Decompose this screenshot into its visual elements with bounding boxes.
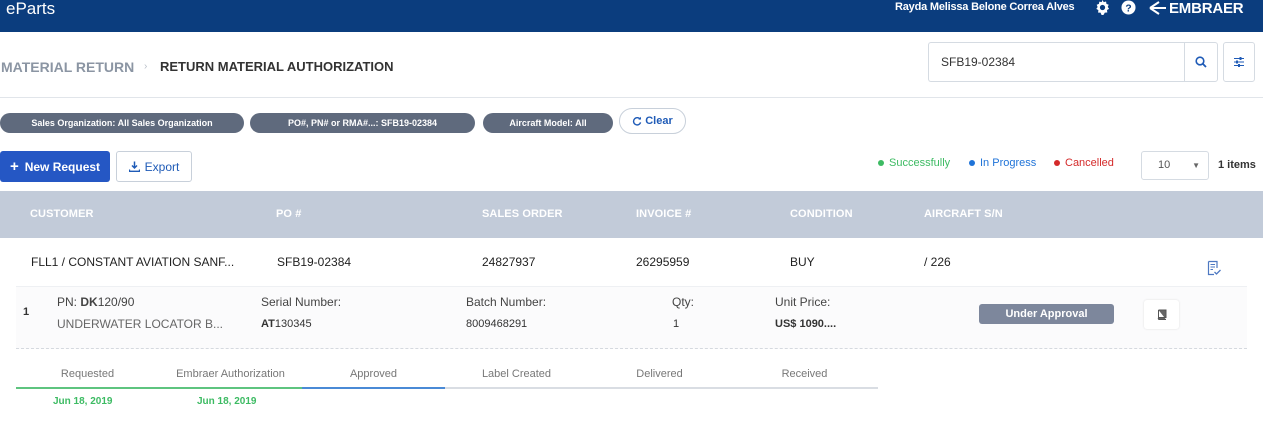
batch-number-label: Batch Number:	[466, 295, 547, 309]
book-button[interactable]	[1144, 300, 1179, 329]
help-icon[interactable]: ?	[1121, 0, 1136, 15]
sliders-icon	[1234, 57, 1244, 67]
step-label-created: Label Created	[445, 362, 588, 389]
line-item-detail: 1 PN: DK120/90 UNDERWATER LOCATOR B... S…	[16, 286, 1247, 349]
legend-in-progress: In Progress	[969, 157, 1036, 169]
pn-label: PN:	[57, 295, 78, 309]
new-request-button[interactable]: + New Request	[0, 151, 110, 182]
search-icon	[1195, 56, 1207, 68]
qty-value: 1	[673, 318, 680, 330]
embraer-logo: EMBRAER	[1149, 0, 1244, 17]
filter-chip-search-term[interactable]: PO#, PN# or RMA#...: SFB19-02384	[250, 113, 475, 133]
filter-chip-aircraft-model[interactable]: Aircraft Model: All	[483, 113, 613, 133]
step-received: Received	[731, 362, 878, 389]
cell-customer: FLL1 / CONSTANT AVIATION SANF...	[31, 255, 235, 269]
column-header-invoice[interactable]: INVOICE #	[636, 208, 691, 220]
legend-label: Cancelled	[1065, 157, 1114, 169]
serial-prefix: AT	[261, 318, 275, 330]
column-header-customer[interactable]: CUSTOMER	[30, 208, 94, 220]
column-header-po[interactable]: PO #	[276, 208, 301, 220]
column-header-aircraft-sn[interactable]: AIRCRAFT S/N	[924, 208, 1003, 220]
export-button[interactable]: Export	[116, 151, 192, 182]
embraer-logo-text: EMBRAER	[1169, 0, 1244, 17]
column-header-sales-order[interactable]: SALES ORDER	[482, 208, 563, 220]
cell-sales-order: 24827937	[482, 255, 536, 269]
app-brand[interactable]: eParts	[6, 0, 55, 18]
status-dot-red	[1054, 160, 1060, 166]
top-navigation-bar: eParts Rayda Melissa Belone Correa Alves…	[0, 0, 1263, 32]
legend-label: In Progress	[980, 157, 1037, 169]
status-dot-blue	[969, 160, 975, 166]
document-check-icon[interactable]	[1206, 260, 1222, 276]
user-name[interactable]: Rayda Melissa Belone Correa Alves	[895, 0, 1075, 14]
page-title: RETURN MATERIAL AUTHORIZATION	[160, 59, 394, 74]
new-request-label: New Request	[24, 159, 101, 174]
progress-steps: Requested Embraer Authorization Approved…	[16, 362, 878, 389]
pn-suffix: 120/90	[97, 295, 135, 309]
breadcrumb-parent[interactable]: MATERIAL RETURN	[1, 59, 134, 75]
status-dot-green	[878, 160, 884, 166]
step-delivered: Delivered	[588, 362, 731, 389]
serial-number-label: Serial Number:	[261, 295, 342, 309]
book-icon	[1157, 309, 1167, 320]
column-header-condition[interactable]: CONDITION	[790, 208, 853, 220]
serial-number-value: AT130345	[261, 318, 312, 330]
legend-successfully: Successfully	[878, 157, 950, 169]
cell-po: SFB19-02384	[277, 255, 352, 269]
caret-down-icon: ▼	[1192, 161, 1200, 170]
search-button[interactable]	[1184, 42, 1218, 82]
cell-invoice: 26295959	[636, 255, 690, 269]
table-header: CUSTOMER PO # SALES ORDER INVOICE # COND…	[0, 191, 1263, 238]
page-size-value: 10	[1158, 159, 1171, 171]
step-date-embraer-authorization: Jun 18, 2019	[197, 396, 257, 407]
pn-prefix: DK	[80, 295, 98, 309]
unit-price-value: US$ 1090....	[775, 318, 837, 330]
filter-chip-sales-organization[interactable]: Sales Organization: All Sales Organizati…	[0, 113, 244, 133]
svg-text:?: ?	[1125, 3, 1131, 14]
clear-filters-button[interactable]: Clear	[619, 108, 686, 134]
items-count: 1 items	[1218, 159, 1256, 171]
serial-suffix: 130345	[274, 318, 312, 330]
unit-price-label: Unit Price:	[775, 295, 831, 309]
export-label: Export	[144, 159, 180, 174]
cell-aircraft-sn: / 226	[924, 255, 951, 269]
cell-condition: BUY	[790, 255, 815, 269]
embraer-arrow-icon	[1149, 1, 1166, 15]
plus-icon: +	[9, 157, 19, 175]
line-number: 1	[23, 306, 30, 318]
page-header: MATERIAL RETURN › RETURN MATERIAL AUTHOR…	[0, 32, 1263, 98]
status-badge: Under Approval	[979, 304, 1114, 324]
step-approved: Approved	[302, 362, 445, 389]
part-description: UNDERWATER LOCATOR B...	[57, 317, 224, 331]
step-date-requested: Jun 18, 2019	[53, 396, 113, 407]
refresh-icon	[633, 116, 642, 126]
download-icon	[128, 161, 140, 172]
advanced-filter-button[interactable]	[1223, 42, 1255, 82]
legend-cancelled: Cancelled	[1054, 157, 1114, 169]
search-input[interactable]	[928, 42, 1185, 82]
step-embraer-authorization: Embraer Authorization	[159, 362, 302, 389]
legend-label: Successfully	[889, 157, 951, 169]
batch-number-value: 8009468291	[466, 318, 528, 330]
table-row[interactable]: FLL1 / CONSTANT AVIATION SANF... SFB19-0…	[0, 238, 1263, 286]
step-requested: Requested	[16, 362, 159, 389]
clear-filters-label: Clear	[645, 115, 673, 127]
page-size-select[interactable]: 10 ▼	[1141, 151, 1209, 180]
pn-field: PN: DK120/90	[57, 295, 134, 309]
chevron-right-icon: ›	[144, 61, 148, 72]
qty-label: Qty:	[672, 295, 695, 309]
gear-icon[interactable]	[1095, 0, 1110, 15]
